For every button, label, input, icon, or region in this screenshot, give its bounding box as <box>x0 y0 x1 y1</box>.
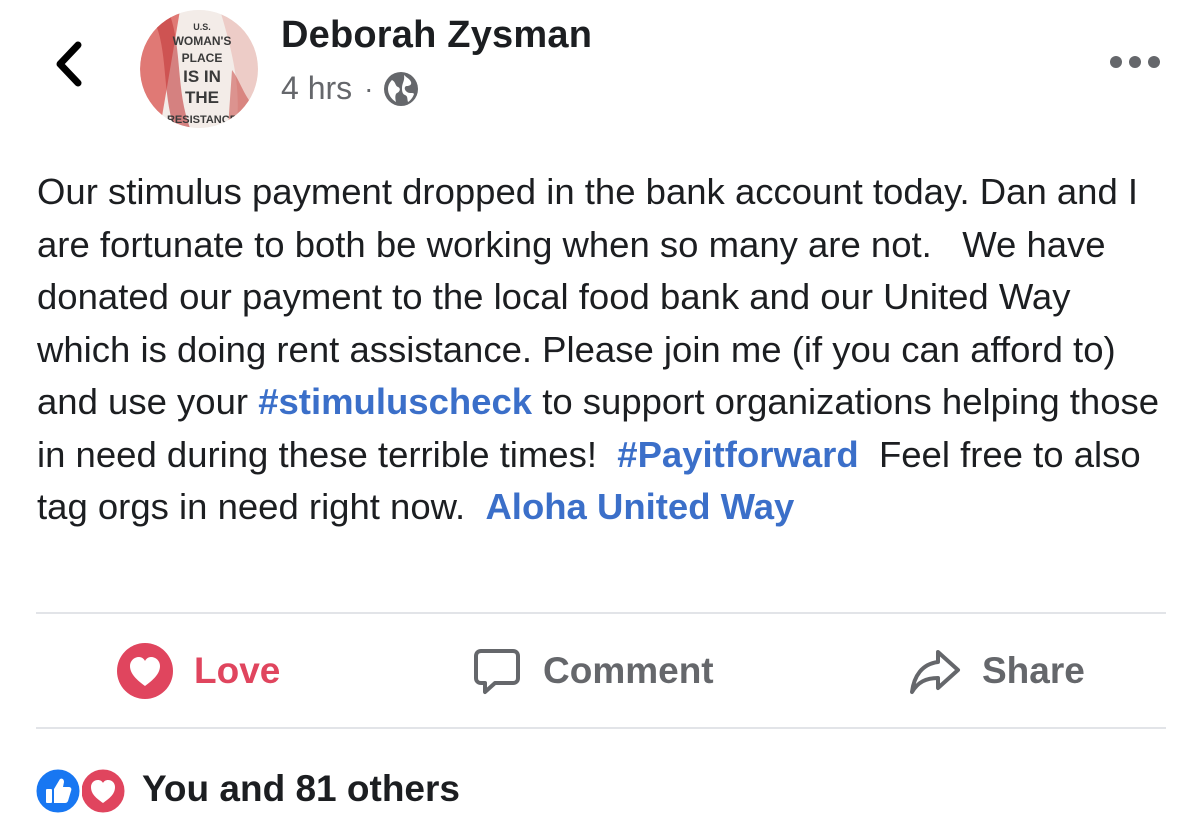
svg-text:IS IN: IS IN <box>183 67 221 86</box>
action-bar: Love Comment Share <box>36 614 1166 727</box>
post-meta: 4 hrs · <box>281 70 419 107</box>
meta-separator: · <box>364 72 374 104</box>
svg-text:RESISTANCE: RESISTANCE <box>167 114 237 126</box>
svg-text:U.S.: U.S. <box>193 22 211 32</box>
svg-text:THE: THE <box>185 88 219 107</box>
more-options-button[interactable] <box>1100 42 1170 82</box>
back-button[interactable] <box>44 36 94 92</box>
heart-icon <box>79 767 127 815</box>
like-icon <box>34 767 82 815</box>
avatar[interactable]: U.S. WOMAN'S PLACE IS IN THE RESISTANCE <box>140 10 258 128</box>
svg-text:PLACE: PLACE <box>182 51 223 65</box>
reactions-summary[interactable]: You and 81 others <box>34 760 460 818</box>
love-button[interactable]: Love <box>116 614 280 727</box>
timestamp[interactable]: 4 hrs <box>281 70 352 107</box>
hashtag-payitforward[interactable]: #Payitforward <box>617 434 858 475</box>
post-header: U.S. WOMAN'S PLACE IS IN THE RESISTANCE … <box>0 0 1200 150</box>
comment-icon <box>474 648 520 694</box>
hashtag-stimuluscheck[interactable]: #stimuluscheck <box>258 381 532 422</box>
more-options-icon <box>1110 56 1160 68</box>
chevron-left-icon <box>56 41 82 87</box>
divider-bottom <box>36 727 1166 729</box>
svg-text:WOMAN'S: WOMAN'S <box>173 34 232 48</box>
comment-label: Comment <box>543 649 714 691</box>
page-tag-aloha-united-way[interactable]: Aloha United Way <box>485 486 794 527</box>
comment-button[interactable]: Comment <box>471 614 714 727</box>
post-text: Our stimulus payment dropped in the bank… <box>37 166 1167 534</box>
avatar-image: U.S. WOMAN'S PLACE IS IN THE RESISTANCE <box>140 10 258 128</box>
author-name[interactable]: Deborah Zysman <box>281 14 592 57</box>
reaction-count[interactable]: You and 81 others <box>142 768 460 810</box>
reaction-icons <box>34 760 130 818</box>
globe-icon[interactable] <box>383 71 419 107</box>
share-icon <box>910 649 960 694</box>
love-label: Love <box>194 649 281 691</box>
share-label: Share <box>982 649 1085 691</box>
share-button[interactable]: Share <box>908 614 1085 727</box>
heart-filled-icon <box>117 642 173 699</box>
